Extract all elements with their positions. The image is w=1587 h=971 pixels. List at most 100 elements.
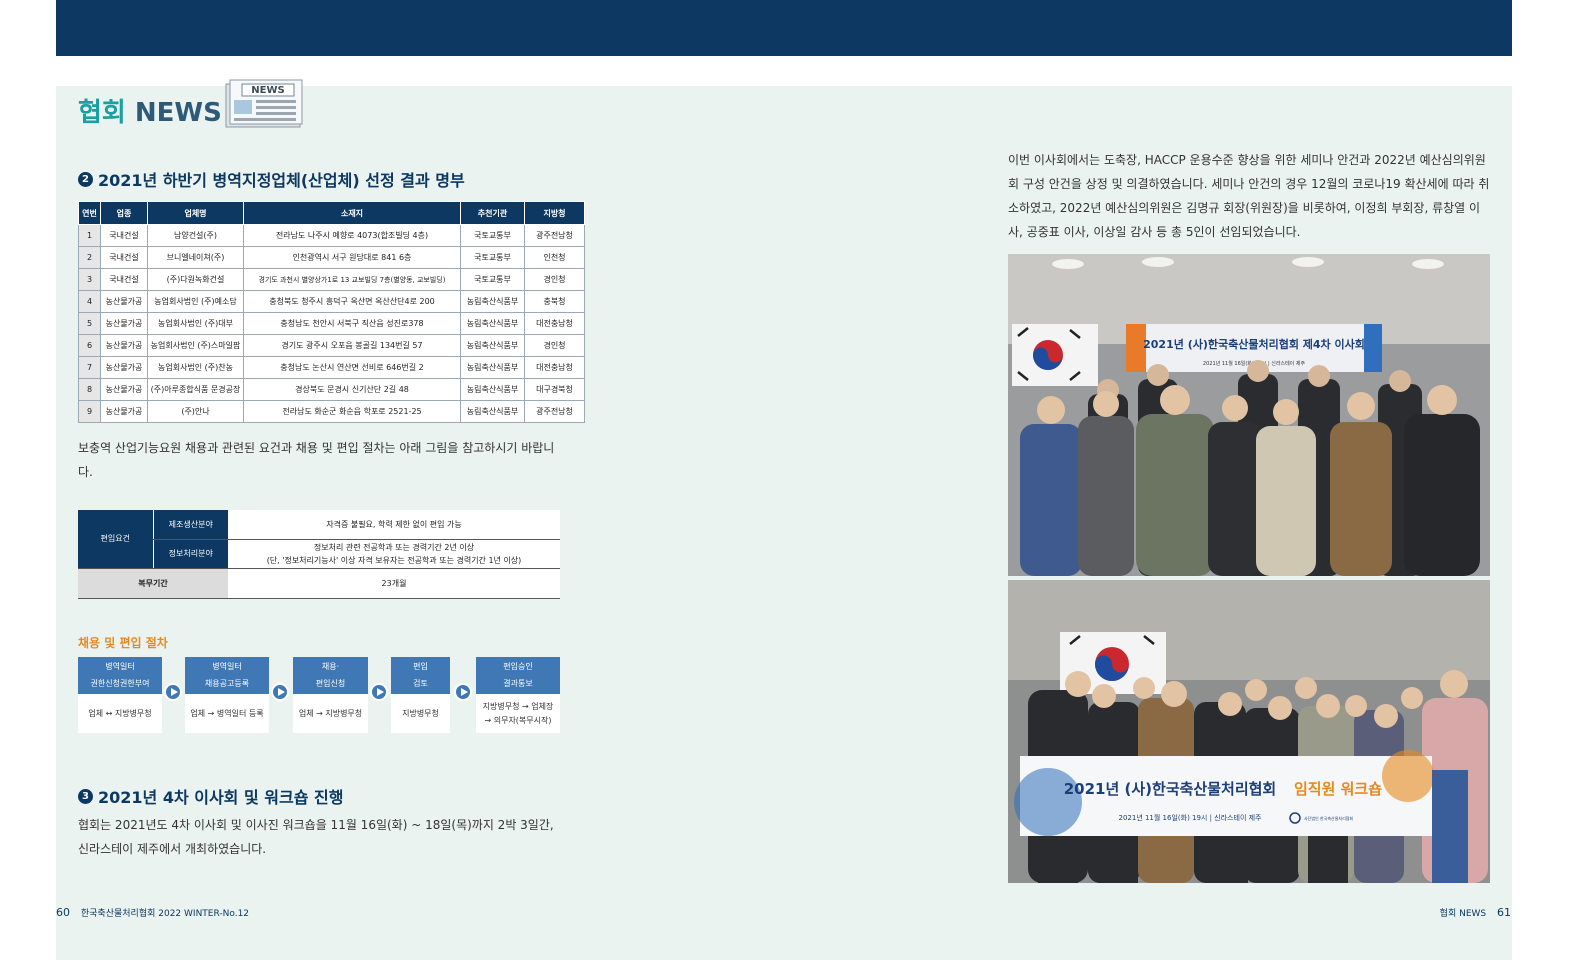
table-row: 4 농산물가공 농업회사법인 (주)예소담 충청북도 청주시 흥덕구 옥산면 옥산산단… — [78, 290, 585, 313]
table-cell: 대전충남청 — [524, 312, 585, 335]
table-cell: 7 — [78, 356, 101, 379]
table-row: 2 국내건설 브니엘네이쳐(주) 인천광역시 서구 원당대로 841 6층 국토교통부 인… — [78, 246, 585, 269]
table-row: 9 농산물가공 (주)안나 전라남도 화순군 화순읍 학포로 2521-25 농림축산식… — [78, 400, 585, 423]
step-head-line: 채용공고등록 — [204, 679, 250, 688]
table-row: 5 농산물가공 농업회사법인 (주)대부 충청남도 천안시 서북구 직산읍 성진로37… — [78, 312, 585, 335]
table-cell: (주)아루종합식품 문경공장 — [147, 378, 244, 401]
table-row: 6 농산물가공 농업회사법인 (주)스마일팜 경기도 광주시 오포읍 봉골길 134번… — [78, 334, 585, 357]
news-badge-text: NEWS — [251, 85, 284, 96]
process-step-head: 병역일터 권한신청권한부여 — [78, 657, 162, 694]
table-cell: 농산물가공 — [100, 400, 148, 423]
step-head-line: 편입 — [413, 662, 428, 671]
table-row: 3 국내건설 (주)다원녹화건설 경기도 과천시 별양상가1로 13 교보빌딩 7층(… — [78, 268, 585, 291]
process-step: 채용· 편입신청 업체 → 지방병무청 — [293, 657, 368, 733]
table-cell: 국내건설 — [100, 224, 148, 247]
requirements-table: 편입요건 제조생산분야 자격증 불필요, 학력 제한 없이 편입 가능 정보처리… — [78, 510, 560, 599]
table-cell: 농림축산식품부 — [460, 334, 525, 357]
table-cell: 국토교통부 — [460, 224, 525, 247]
table-cell: 농림축산식품부 — [460, 290, 525, 313]
req-group-label: 편입요건 — [78, 510, 153, 569]
step-body-line: → 의무자(복무시작) — [484, 715, 552, 725]
table-cell: 3 — [78, 268, 101, 291]
process-step-head: 편입승인 결과통보 — [476, 657, 560, 694]
table-cell: 전라남도 화순군 화순읍 학포로 2521-25 — [243, 400, 461, 423]
play-arrow-icon — [271, 683, 289, 701]
table-cell: 농림축산식품부 — [460, 378, 525, 401]
table-row: 7 농산물가공 농업회사법인 (주)찬농 충청남도 논산시 연산면 선비로 646번길… — [78, 356, 585, 379]
table-cell: 농업회사법인 (주)찬농 — [147, 356, 244, 379]
step-head-line: 채용· — [321, 662, 340, 671]
process-title: 채용 및 편입 절차 — [78, 636, 168, 650]
table-cell: 농산물가공 — [100, 290, 148, 313]
table-cell: 국토교통부 — [460, 246, 525, 269]
table-cell: 4 — [78, 290, 101, 313]
table-cell: 5 — [78, 312, 101, 335]
footer-left: 60 한국축산물처리협회 2022 WINTER-No.12 — [56, 906, 249, 919]
process-step-head: 편입검토 — [391, 657, 450, 694]
table-cell: 경인청 — [524, 334, 585, 357]
table-cell: (주)다원녹화건설 — [147, 268, 244, 291]
req-it-value: 정보처리 관련 전공학과 또는 경력기간 2년 이상 (단, '정보처리기능사'… — [228, 539, 560, 569]
section2-title: 2 2021년 하반기 병역지정업체(산업체) 선정 결과 명부 — [78, 167, 465, 191]
footer-right: 협회 NEWS 61 — [1440, 906, 1511, 919]
table-cell: 인천청 — [524, 246, 585, 269]
step-head-line: 권한신청권한부여 — [90, 679, 150, 688]
board-meeting-photo-svg: 2021년 (사)한국축산물처리협회 제4차 이사회 2021년 11월 16일… — [1008, 254, 1490, 576]
section3-text: 협회는 2021년도 4차 이사회 및 이사진 워크숍을 11월 16일(화) … — [78, 818, 554, 856]
section3-number: 3 — [78, 788, 93, 804]
step-body-line: 업체 → 병역일터 등록 — [190, 708, 264, 718]
table-cell: 9 — [78, 400, 101, 423]
req-it-label: 정보처리분야 — [152, 539, 228, 569]
top-banner — [56, 0, 1512, 56]
table-cell: 경기도 과천시 별양상가1로 13 교보빌딩 7층(별양동, 교보빌딩) — [243, 268, 461, 291]
table-cell: 인천광역시 서구 원당대로 841 6층 — [243, 246, 461, 269]
photo2-logo-text: 사단법인 한국축산물처리협회 — [1304, 815, 1353, 821]
step-body-line: 지방병무청 → 업체장 — [482, 701, 554, 711]
page-number-left: 60 — [56, 906, 70, 919]
table-cell: 브니엘네이쳐(주) — [147, 246, 244, 269]
process-step-body: 업체 ↔ 지방병무청 — [78, 694, 162, 733]
table-cell: 농산물가공 — [100, 356, 148, 379]
table-cell: 국내건설 — [100, 246, 148, 269]
newspaper-icon: NEWS — [225, 79, 303, 128]
table-cell: 충북청 — [524, 290, 585, 313]
step-head-line: 결과통보 — [503, 679, 533, 688]
table-header: 업체명 — [147, 201, 244, 225]
req-manufacturing-value: 자격증 불필요, 학력 제한 없이 편입 가능 — [228, 510, 560, 540]
table-cell: 충청남도 논산시 연산면 선비로 646번길 2 — [243, 356, 461, 379]
process-step-body: 지방병무청 — [391, 694, 450, 733]
process-step: 병역일터 권한신청권한부여 업체 ↔ 지방병무청 — [78, 657, 162, 733]
designated-companies-table: 연번 업종 업체명 소재지 추천기관 지방청 1 국내건설 남양건설(주) 전라남도 … — [78, 201, 585, 423]
section2-note: 보충역 산업기능요원 채용과 관련된 요건과 채용 및 편입 절차는 아래 그림… — [78, 441, 555, 479]
table-header: 연번 — [78, 201, 101, 225]
req-service-value: 23개월 — [228, 568, 560, 599]
table-cell: 농림축산식품부 — [460, 400, 525, 423]
photo2-banner-title-b: 임직원 워크숍 — [1294, 780, 1382, 798]
table-cell: 남양건설(주) — [147, 224, 244, 247]
play-arrow-icon — [370, 683, 388, 701]
table-cell: 대전충남청 — [524, 356, 585, 379]
table-cell: 광주전남청 — [524, 400, 585, 423]
section-brand: 협회 NEWS — [78, 92, 222, 129]
step-body-line: 업체 ↔ 지방병무청 — [88, 708, 152, 718]
step-head-line: 편입신청 — [315, 679, 346, 688]
table-header: 소재지 — [243, 201, 461, 225]
step-head-line: 검토 — [413, 679, 428, 688]
table-cell: 광주전남청 — [524, 224, 585, 247]
footer-left-text: 한국축산물처리협회 2022 WINTER-No.12 — [80, 909, 250, 919]
table-cell: 충청남도 천안시 서북구 직산읍 성진로378 — [243, 312, 461, 335]
table-cell: 대구경북청 — [524, 378, 585, 401]
page-number-right: 61 — [1497, 906, 1511, 919]
table-cell: 국토교통부 — [460, 268, 525, 291]
table-cell: 경기도 광주시 오포읍 봉골길 134번길 57 — [243, 334, 461, 357]
req-manufacturing-label: 제조생산분야 — [152, 510, 228, 540]
table-cell: 농업회사법인 (주)대부 — [147, 312, 244, 335]
section2-title-text: 2021년 하반기 병역지정업체(산업체) 선정 결과 명부 — [98, 171, 465, 190]
process-step-body: 지방병무청 → 업체장 → 의무자(복무시작) — [476, 694, 560, 733]
table-cell: (주)안나 — [147, 400, 244, 423]
table-cell: 농산물가공 — [100, 312, 148, 335]
process-step: 병역일터 채용공고등록 업체 → 병역일터 등록 — [185, 657, 269, 733]
brand-korean: 협회 — [78, 98, 126, 128]
right-text: 이번 이사회에서는 도축장, HACCP 운용수준 향상을 위한 세미나 안건과… — [1008, 153, 1490, 239]
play-arrow-icon — [164, 683, 182, 701]
